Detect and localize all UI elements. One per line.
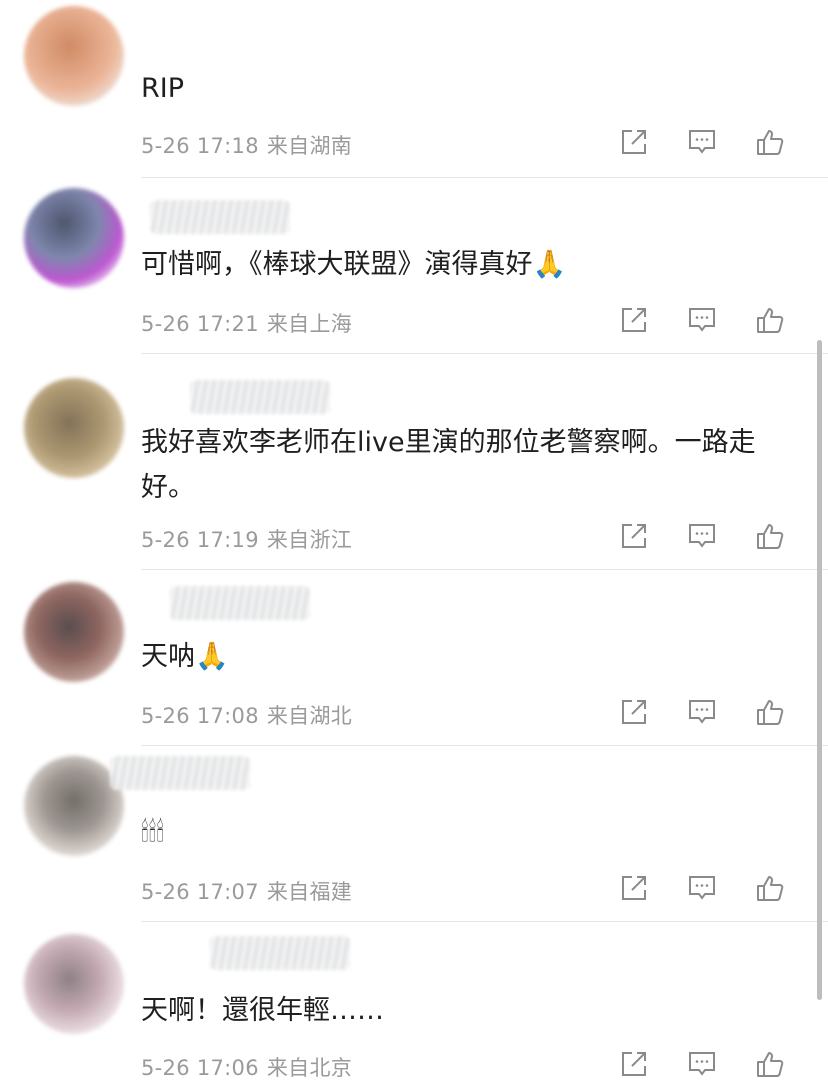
share-icon [622, 524, 646, 548]
comment-item: 可惜啊，《棒球大联盟》演得真好🙏 5-26 17:21 来自上海 [0, 178, 828, 354]
comment-time: 5-26 17:08 [141, 704, 259, 728]
like-button[interactable] [754, 126, 786, 158]
comment-button[interactable] [686, 1048, 718, 1080]
comment-item: RIP 5-26 17:18 来自湖南 [0, 0, 828, 178]
username-blur [110, 756, 250, 790]
comment-item: 我好喜欢李老师在live里演的那位老警察啊。一路走好。 5-26 17:19 来自… [0, 354, 828, 570]
comment-button[interactable] [686, 696, 718, 728]
comment-location: 来自福建 [266, 880, 353, 904]
comment-icon [689, 876, 715, 900]
username-blur [210, 936, 350, 970]
share-button[interactable] [618, 872, 650, 904]
comment-item: 🕯🕯🕯 5-26 17:07 来自福建 [0, 746, 828, 922]
comment-time: 5-26 17:21 [141, 312, 259, 336]
comment-icon [689, 308, 715, 332]
avatar[interactable] [24, 6, 124, 106]
avatar[interactable] [24, 756, 124, 856]
thumbs-up-icon [757, 308, 784, 333]
comment-button[interactable] [686, 126, 718, 158]
comment-button[interactable] [686, 520, 718, 552]
comment-location: 来自北京 [266, 1056, 353, 1080]
comment-text: 🕯🕯🕯 [141, 817, 165, 848]
like-button[interactable] [754, 304, 786, 336]
comment-button[interactable] [686, 872, 718, 904]
thumbs-up-icon [757, 130, 784, 155]
comment-actions [618, 520, 798, 554]
comment-text: 天呐🙏 [141, 641, 229, 672]
comment-time: 5-26 17:18 [141, 134, 259, 158]
thumbs-up-icon [757, 876, 784, 901]
comment-actions [618, 696, 798, 730]
comment-location: 来自上海 [266, 312, 353, 336]
avatar[interactable] [24, 378, 124, 478]
comment-button[interactable] [686, 304, 718, 336]
avatar[interactable] [24, 582, 124, 682]
share-icon [622, 308, 646, 332]
share-icon [622, 700, 646, 724]
comment-meta: 5-26 17:18 来自湖南 [141, 130, 352, 160]
comment-actions [618, 126, 798, 160]
share-button[interactable] [618, 1048, 650, 1080]
share-button[interactable] [618, 126, 650, 158]
scrollbar[interactable] [817, 340, 822, 1000]
comment-icon [689, 700, 715, 724]
comment-time: 5-26 17:07 [141, 880, 259, 904]
comment-meta: 5-26 17:21 来自上海 [141, 308, 352, 338]
comment-item: 天呐🙏 5-26 17:08 来自湖北 [0, 570, 828, 746]
comment-text: 可惜啊，《棒球大联盟》演得真好🙏 [141, 249, 567, 280]
share-icon [622, 130, 646, 154]
comment-item: 天啊！還很年輕…… 5-26 17:06 来自北京 [0, 922, 828, 1091]
share-button[interactable] [618, 520, 650, 552]
comment-text: RIP [141, 73, 185, 104]
share-icon [622, 876, 646, 900]
thumbs-up-icon [757, 700, 784, 725]
comment-icon [689, 524, 715, 548]
avatar[interactable] [24, 188, 124, 288]
comment-location: 来自湖南 [266, 134, 353, 158]
comment-time: 5-26 17:06 [141, 1056, 259, 1080]
comment-time: 5-26 17:19 [141, 528, 259, 552]
username-blur [150, 200, 290, 234]
thumbs-up-icon [757, 1052, 784, 1077]
share-button[interactable] [618, 304, 650, 336]
avatar[interactable] [24, 934, 124, 1034]
comment-meta: 5-26 17:07 来自福建 [141, 876, 352, 906]
comment-text: 天啊！還很年輕…… [141, 995, 384, 1026]
comment-icon [689, 1052, 715, 1076]
comment-meta: 5-26 17:08 来自湖北 [141, 700, 352, 730]
username-blur [190, 380, 330, 414]
like-button[interactable] [754, 1048, 786, 1080]
comment-meta: 5-26 17:19 来自浙江 [141, 524, 352, 554]
like-button[interactable] [754, 520, 786, 552]
comment-location: 来自湖北 [266, 704, 353, 728]
comment-text: 我好喜欢李老师在live里演的那位老警察啊。一路走好。 [141, 427, 756, 503]
share-icon [622, 1052, 646, 1076]
comment-location: 来自浙江 [266, 528, 353, 552]
comment-actions [618, 872, 798, 906]
comment-icon [689, 130, 715, 154]
comment-actions [618, 304, 798, 338]
like-button[interactable] [754, 872, 786, 904]
username-blur [170, 586, 310, 620]
comment-actions [618, 1048, 798, 1082]
thumbs-up-icon [757, 524, 784, 549]
comment-meta: 5-26 17:06 来自北京 [141, 1052, 352, 1082]
like-button[interactable] [754, 696, 786, 728]
share-button[interactable] [618, 696, 650, 728]
